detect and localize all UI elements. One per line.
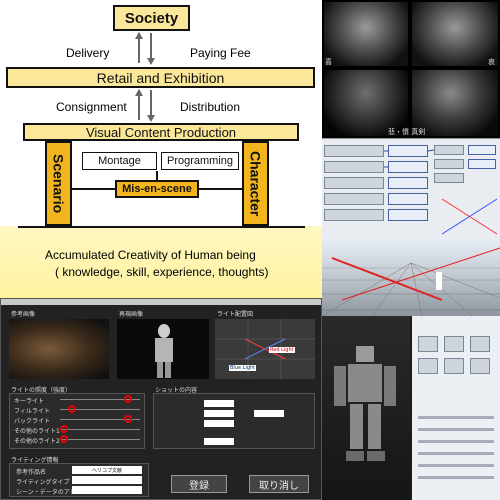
distribution-label: Distribution <box>180 100 241 114</box>
light-name: その他のライト2 <box>14 438 60 445</box>
programming-box: Programming <box>161 152 239 170</box>
retail-label: Retail and Exhibition <box>96 69 225 86</box>
3d-scene-panel <box>322 238 500 316</box>
node-editor-panel <box>322 138 500 238</box>
pose-thumbnail[interactable] <box>418 336 438 352</box>
pose-thumbnail[interactable] <box>444 336 464 352</box>
shot-field[interactable] <box>254 410 284 417</box>
paying-fee-label: Paying Fee <box>190 46 251 60</box>
robot-controls <box>412 316 500 500</box>
cancel-button-label: 取り消し <box>259 480 299 492</box>
ref-image-label: 参考画像 <box>11 311 36 318</box>
shot-field[interactable] <box>204 438 234 445</box>
scenario-label: Scenario <box>50 153 67 214</box>
consignment-label: Consignment <box>56 100 127 114</box>
brightness-panel: キーライト フィルライト バックライト その他のライト1 その他のライト2 <box>9 393 145 449</box>
light-layout-diagram: Red Light Blue Light <box>215 319 315 379</box>
slider-track[interactable] <box>418 464 494 467</box>
light-layout-label: ライト配置図 <box>217 311 254 318</box>
shot-panel <box>153 393 315 449</box>
society-label: Society <box>124 9 179 27</box>
creativity-line-2: ( knowledge, skill, experience, thoughts… <box>55 265 269 279</box>
info-value-field[interactable] <box>72 486 142 494</box>
shot-field[interactable] <box>204 410 234 417</box>
creativity-base <box>0 226 322 298</box>
intensity-scale[interactable] <box>60 439 140 440</box>
pose-thumbnail[interactable] <box>470 336 490 352</box>
intensity-marker[interactable] <box>124 395 132 403</box>
arrows-retail-visual <box>135 89 155 122</box>
diagram-area: Society Delivery Paying Fee Retail and E… <box>0 0 322 298</box>
face-image-joy <box>324 2 408 66</box>
info-value: ヘリコプ文献 <box>91 467 122 474</box>
face-caption-bottom: 悲・憤 真剣 <box>388 128 426 136</box>
pose-thumbnail[interactable] <box>418 358 438 374</box>
slider-track[interactable] <box>418 452 494 455</box>
pose-thumbnail[interactable] <box>470 358 490 374</box>
visual-content-box: Visual Content Production <box>23 123 299 141</box>
actual-image-label: 再現画像 <box>119 311 144 318</box>
intensity-marker[interactable] <box>60 425 68 433</box>
character-label: Character <box>247 150 264 217</box>
robot-figure <box>334 346 396 461</box>
shot-field[interactable] <box>204 400 234 407</box>
delivery-label: Delivery <box>66 46 110 60</box>
info-row-label: ライティングタイプ <box>16 479 70 486</box>
montage-box: Montage <box>82 152 157 170</box>
face-caption-joy: 喜 <box>325 58 332 66</box>
light-name: その他のライト1 <box>14 428 60 435</box>
lighting-app-window: 参考画像 再現画像 ライト配置図 Red Light Blue Light ライ… <box>0 298 322 500</box>
info-value-field[interactable] <box>72 476 142 484</box>
ground-line <box>18 226 305 228</box>
creativity-line-1: Accumulated Creativity of Human being <box>45 248 256 262</box>
scenario-pillar: Scenario <box>45 141 72 226</box>
montage-label: Montage <box>98 155 141 167</box>
light-name: キーライト <box>14 398 45 405</box>
slider-track[interactable] <box>418 416 494 419</box>
reference-image <box>9 319 109 379</box>
face-expressions-panel: 喜 哀 悲・憤 真剣 <box>322 0 500 138</box>
info-panel: 参考作品名 ライティングタイプ シーン・データのアドレス ヘリコプ文献 <box>9 463 149 497</box>
robot-viewport <box>322 316 410 500</box>
intensity-marker[interactable] <box>124 415 132 423</box>
rendered-figure <box>155 324 173 378</box>
retail-box: Retail and Exhibition <box>6 67 315 88</box>
mis-en-scene-label: Mis-en-scene <box>122 183 192 195</box>
slider-track[interactable] <box>418 428 494 431</box>
window-titlebar <box>1 299 321 305</box>
pose-thumbnail[interactable] <box>444 358 464 374</box>
register-button[interactable]: 登録 <box>171 475 227 493</box>
programming-label: Programming <box>166 155 234 167</box>
visual-content-label: Visual Content Production <box>85 124 237 140</box>
robot-pose-panel <box>322 316 500 500</box>
character-pillar: Character <box>242 141 269 226</box>
face-caption-sorrow: 哀 <box>488 58 495 66</box>
arrows-society-retail <box>135 32 155 65</box>
node-links <box>384 149 498 235</box>
slider-track[interactable] <box>418 476 494 479</box>
society-box: Society <box>113 5 190 31</box>
register-button-label: 登録 <box>189 480 209 492</box>
cancel-button[interactable]: 取り消し <box>249 475 309 493</box>
shot-field[interactable] <box>204 420 234 427</box>
intensity-marker[interactable] <box>68 405 76 413</box>
intensity-scale[interactable] <box>60 429 140 430</box>
info-value-field[interactable]: ヘリコプ文献 <box>72 466 142 474</box>
light-name: フィルライト <box>14 408 50 415</box>
info-row-label: 参考作品名 <box>16 469 47 476</box>
red-light-tag: Red Light <box>269 347 295 353</box>
light-name: バックライト <box>14 418 51 425</box>
intensity-marker[interactable] <box>60 435 68 443</box>
rendered-image <box>117 319 209 379</box>
mis-en-scene-box: Mis-en-scene <box>115 180 199 198</box>
slider-track[interactable] <box>418 440 494 443</box>
blue-light-tag: Blue Light <box>229 365 257 371</box>
face-image-sorrow <box>412 2 498 66</box>
grid-floor <box>322 247 500 316</box>
